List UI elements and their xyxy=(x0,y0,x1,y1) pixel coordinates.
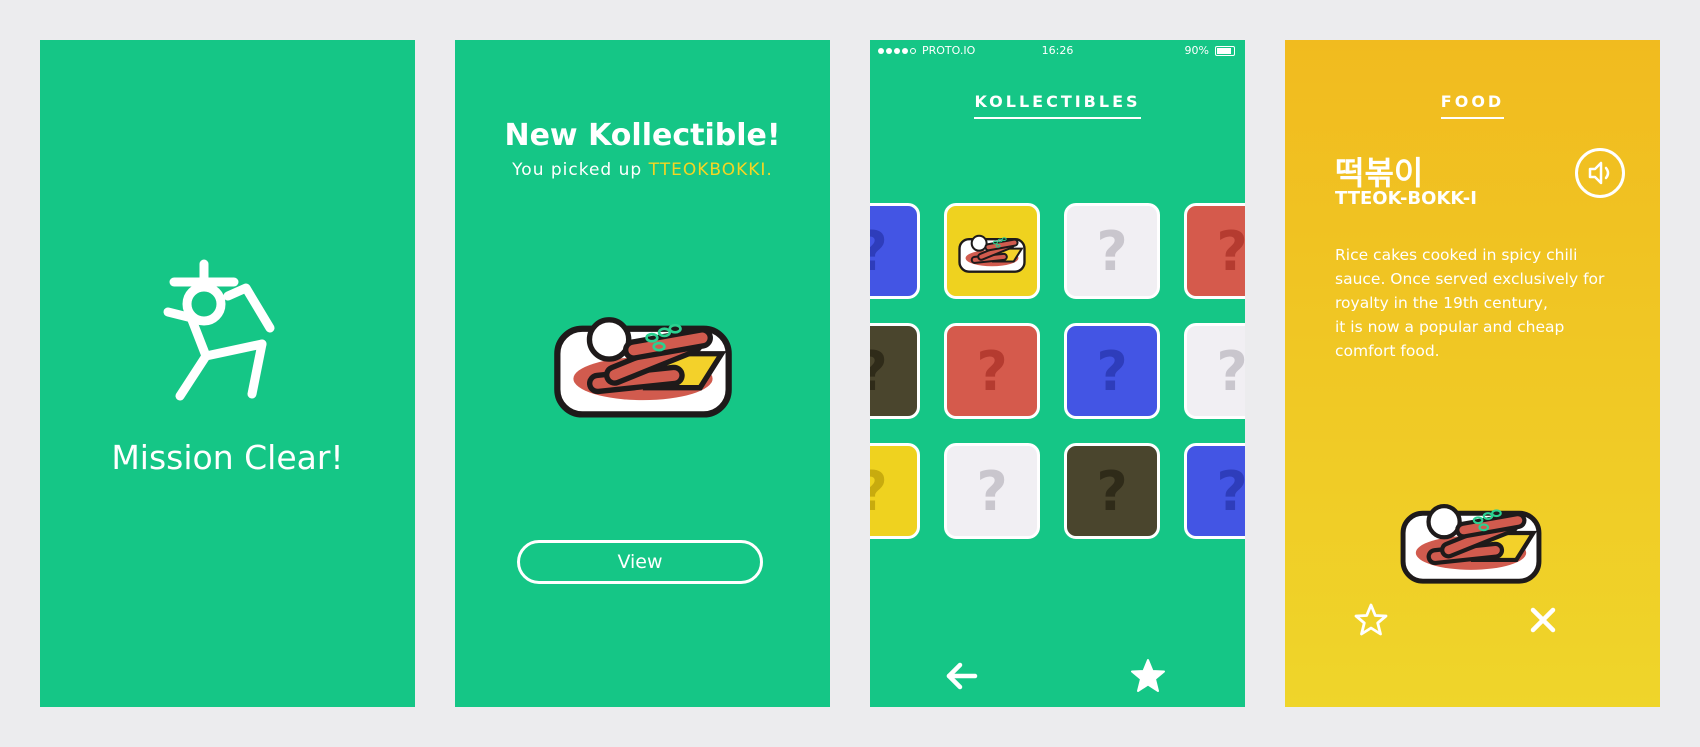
battery-icon xyxy=(1215,45,1235,56)
new-kollectible-title: New Kollectible! xyxy=(504,118,781,153)
mission-clear-screen: Mission Clear! xyxy=(40,40,415,707)
unknown-item-icon: ? xyxy=(1216,219,1245,283)
romanized-name: TTEOK-BOKK-I xyxy=(1335,188,1477,209)
kollectible-tile[interactable]: ? xyxy=(1064,323,1160,419)
food-description: Rice cakes cooked in spicy chili sauce. … xyxy=(1335,243,1625,363)
running-character-icon xyxy=(163,259,275,401)
pickup-message: You picked up TTEOKBOKKI. xyxy=(455,160,830,180)
kollectible-tile[interactable]: ? xyxy=(944,443,1040,539)
speaker-icon xyxy=(1588,161,1610,185)
battery-percent: 90% xyxy=(1184,44,1209,57)
unknown-item-icon: ? xyxy=(1096,339,1128,403)
tteokbokki-icon xyxy=(958,234,1026,273)
kollectible-tile[interactable]: ? xyxy=(1184,203,1245,299)
unknown-item-icon: ? xyxy=(976,459,1008,523)
pickup-suffix: . xyxy=(766,160,773,180)
view-button[interactable]: View xyxy=(517,540,763,584)
unknown-item-icon: ? xyxy=(870,340,888,403)
description-line: comfort food. xyxy=(1335,342,1440,360)
item-name: TTEOKBOKKI xyxy=(648,160,767,180)
new-kollectible-screen: New Kollectible! You picked up TTEOKBOKK… xyxy=(455,40,830,707)
description-line: sauce. Once served exclusively for xyxy=(1335,270,1605,288)
kollectible-tile[interactable]: ? xyxy=(1184,323,1245,419)
unknown-item-icon: ? xyxy=(870,220,888,283)
category-title: FOOD xyxy=(1285,92,1660,119)
kollectible-tile[interactable]: ? xyxy=(870,443,920,539)
pickup-prefix: You picked up xyxy=(512,160,649,180)
kollectible-tile[interactable]: ? xyxy=(870,203,920,299)
unknown-item-icon: ? xyxy=(976,339,1008,403)
star-filled-icon[interactable] xyxy=(1130,658,1166,694)
kollectibles-title-text: KOLLECTIBLES xyxy=(974,92,1141,119)
battery-status: 90% xyxy=(1185,44,1235,57)
kollectible-tile[interactable]: ? xyxy=(1064,203,1160,299)
unknown-item-icon: ? xyxy=(1216,339,1245,403)
description-line: royalty in the 19th century, xyxy=(1335,294,1548,312)
status-bar: PROTO.IO 16:26 90% xyxy=(870,40,1245,60)
kollectible-tile[interactable]: ? xyxy=(944,323,1040,419)
unknown-item-icon: ? xyxy=(1096,219,1128,283)
food-detail-screen: FOOD 떡볶이 TTEOK-BOKK-I Rice cakes cooked … xyxy=(1285,40,1660,707)
kollectible-tile[interactable]: ? xyxy=(870,323,920,419)
unknown-item-icon: ? xyxy=(870,460,888,523)
unknown-item-icon: ? xyxy=(1096,459,1128,523)
pronunciation-button[interactable] xyxy=(1575,148,1625,198)
kollectible-tile[interactable]: ? xyxy=(1184,443,1245,539)
close-icon[interactable] xyxy=(1525,602,1561,638)
kollectible-tile[interactable]: ? xyxy=(1064,443,1160,539)
tteokbokki-illustration xyxy=(541,302,745,418)
category-title-text: FOOD xyxy=(1440,92,1505,119)
tteokbokki-illustration xyxy=(1395,492,1547,584)
star-outline-icon[interactable] xyxy=(1353,602,1389,638)
kollectibles-title: KOLLECTIBLES xyxy=(870,92,1245,119)
unknown-item-icon: ? xyxy=(1216,459,1245,523)
kollectibles-screen: PROTO.IO 16:26 90% KOLLECTIBLES ? ? ? ? … xyxy=(870,40,1245,707)
description-line: it is now a popular and cheap xyxy=(1335,318,1565,336)
description-line: Rice cakes cooked in spicy chili xyxy=(1335,246,1578,264)
arrow-left-icon[interactable] xyxy=(944,658,980,694)
mission-clear-title: Mission Clear! xyxy=(111,438,344,477)
kollectible-tile-tteokbokki[interactable] xyxy=(944,203,1040,299)
